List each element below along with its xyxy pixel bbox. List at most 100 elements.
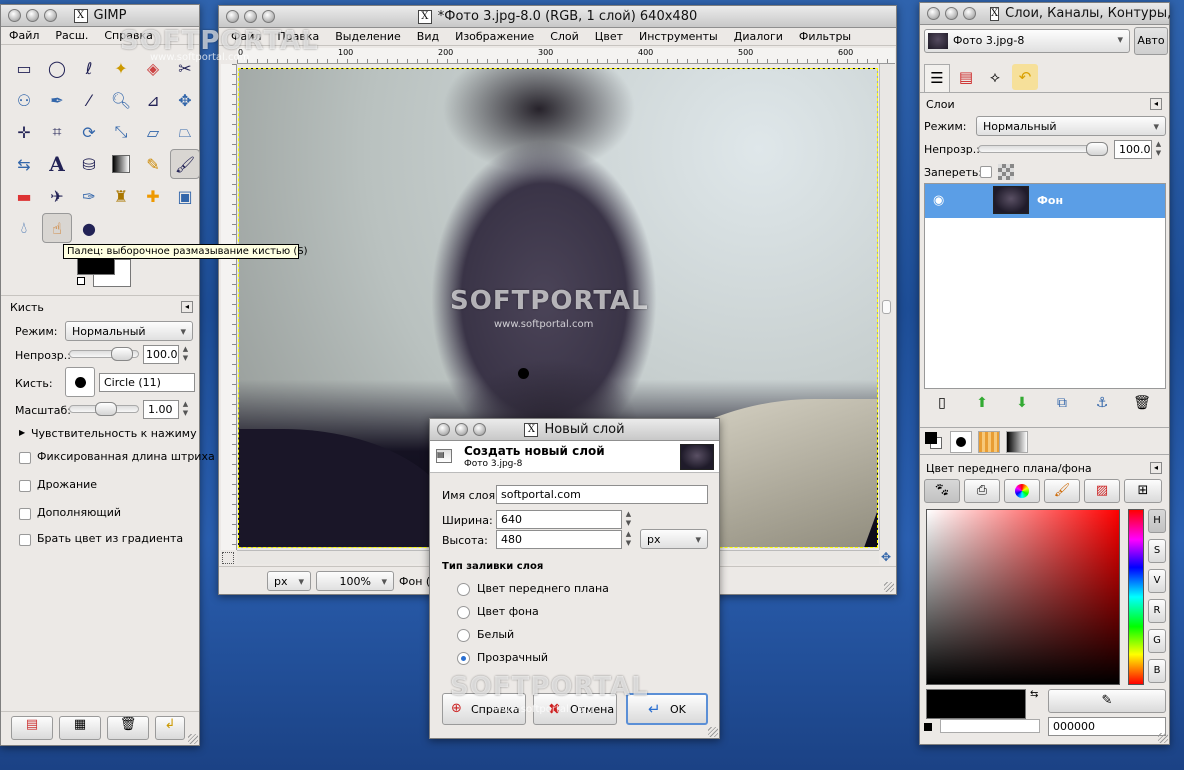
undo-history-tab-icon[interactable]: ↶ <box>1012 64 1038 90</box>
fill-foreground-radio[interactable] <box>457 583 470 596</box>
minimize-button[interactable] <box>26 9 39 22</box>
shear-icon[interactable]: ▱ <box>138 117 168 147</box>
menu-xtns[interactable]: Расш. <box>47 29 96 42</box>
rotate-icon[interactable]: ⟳ <box>74 117 104 147</box>
patterns-tab-icon[interactable] <box>978 431 1000 453</box>
zoom-button[interactable] <box>262 10 275 23</box>
minimize-button[interactable] <box>945 7 958 20</box>
foreground-select-icon[interactable]: ⚇ <box>9 85 39 115</box>
save-options-button[interactable]: ▤ <box>11 716 53 740</box>
mode-combo[interactable]: Нормальный <box>65 321 193 341</box>
current-fg-color[interactable] <box>926 689 1026 719</box>
lasso-icon[interactable]: ℓ <box>74 53 104 83</box>
menu-filters[interactable]: Фильтры <box>791 30 859 43</box>
anchor-layer-icon[interactable]: ⚓ <box>1086 391 1118 415</box>
incremental-checkbox[interactable] <box>19 508 31 520</box>
swap-colors-icon[interactable]: ⇆ <box>1030 689 1038 700</box>
align-icon[interactable]: ✛ <box>9 117 39 147</box>
opacity-spinner[interactable]: ▲ ▼ <box>181 345 190 364</box>
paintbrush-icon[interactable]: 🖌︎ <box>170 149 200 179</box>
scrollbar-thumb[interactable] <box>882 300 891 314</box>
visibility-eye-icon[interactable]: ◉ <box>933 193 944 208</box>
brush-preview[interactable] <box>65 367 95 397</box>
close-button[interactable] <box>927 7 940 20</box>
lower-layer-icon[interactable]: ⬇ <box>1006 391 1038 415</box>
gradient-color-checkbox[interactable] <box>19 534 31 546</box>
brushes-tab-icon[interactable] <box>950 431 972 453</box>
minimize-button[interactable] <box>244 10 257 23</box>
clone-icon[interactable]: ♜ <box>106 181 136 211</box>
raise-layer-icon[interactable]: ⬆ <box>966 391 998 415</box>
image-window-titlebar[interactable]: X *Фото 3.jpg-8.0 (RGB, 1 слой) 640x480 <box>219 6 896 28</box>
paths-icon[interactable]: ✒ <box>42 85 72 115</box>
close-button[interactable] <box>437 423 450 436</box>
scale-spinner[interactable]: ▲ ▼ <box>181 400 190 419</box>
scale-slider-handle[interactable] <box>95 402 117 416</box>
blend-icon[interactable] <box>106 149 136 179</box>
hex-color-input[interactable]: 000000 <box>1048 717 1166 736</box>
smudge-icon[interactable]: ☝ <box>42 213 72 243</box>
restore-options-button[interactable]: ▦ <box>59 716 101 740</box>
palette-selector-icon[interactable]: ▨ <box>1084 479 1120 503</box>
default-colors-icon[interactable] <box>924 723 932 731</box>
menu-view[interactable]: Вид <box>409 30 447 43</box>
cmyk-selector-icon[interactable]: ⎙ <box>964 479 1000 503</box>
close-button[interactable] <box>226 10 239 23</box>
layer-opacity-input[interactable]: 100.0 <box>1114 140 1152 159</box>
color-picker-button[interactable]: ✎ <box>1048 689 1166 713</box>
crop-icon[interactable]: ⌗ <box>42 117 72 147</box>
pressure-expander[interactable]: Чувствительность к нажиму <box>31 427 197 440</box>
size-unit-combo[interactable]: px <box>640 529 708 549</box>
gimp-selector-icon[interactable]: 🐾︎ <box>924 479 960 503</box>
rect-select-icon[interactable]: ▭ <box>9 53 39 83</box>
wheel-selector-icon[interactable] <box>1004 479 1040 503</box>
duplicate-layer-icon[interactable]: ⧉ <box>1046 391 1078 415</box>
height-input[interactable]: 480 <box>496 530 622 549</box>
magnify-icon[interactable]: 🔍︎ <box>106 85 136 115</box>
layers-window-titlebar[interactable]: X Слои, Каналы, Контуры, <box>920 3 1171 25</box>
measure-icon[interactable]: ⊿ <box>138 85 168 115</box>
resize-grip-icon[interactable] <box>884 582 894 592</box>
auto-button[interactable]: Авто <box>1134 27 1168 55</box>
panel-menu-icon[interactable]: ◂ <box>1150 98 1162 110</box>
jitter-checkbox[interactable] <box>19 480 31 492</box>
layer-row[interactable]: ◉ Фон <box>925 184 1165 218</box>
resize-grip-icon[interactable] <box>188 734 198 744</box>
color-picker-icon[interactable]: ⁄ <box>74 85 104 115</box>
perspective-icon[interactable]: ⏢ <box>170 117 200 147</box>
scale-icon[interactable]: ⤡ <box>106 117 136 147</box>
channel-r-button[interactable]: R <box>1148 599 1166 623</box>
unit-combo[interactable]: px <box>267 571 311 591</box>
close-button[interactable] <box>8 9 21 22</box>
layer-mode-combo[interactable]: Нормальный <box>976 116 1166 136</box>
eraser-icon[interactable]: ▬ <box>9 181 39 211</box>
menu-image[interactable]: Изображение <box>447 30 542 43</box>
color-sv-field[interactable] <box>926 509 1120 685</box>
dialog-titlebar[interactable]: X Новый слой <box>430 419 719 441</box>
opacity-slider-handle[interactable] <box>111 347 133 361</box>
channel-g-button[interactable]: G <box>1148 629 1166 653</box>
reset-options-button[interactable]: ↲ <box>155 716 185 740</box>
layer-opacity-slider-handle[interactable] <box>1086 142 1108 156</box>
navigate-icon[interactable]: ✥ <box>879 550 893 564</box>
dodge-burn-icon[interactable]: ● <box>74 213 104 243</box>
layer-name[interactable]: Фон <box>1037 194 1063 207</box>
blur-icon[interactable]: 💧︎ <box>9 213 39 243</box>
delete-layer-icon[interactable]: 🗑︎ <box>1126 391 1158 415</box>
hue-strip[interactable] <box>1128 509 1144 685</box>
lock-alpha-checkbox[interactable] <box>980 166 992 178</box>
vertical-scrollbar[interactable] <box>879 64 893 550</box>
menu-dialogs[interactable]: Диалоги <box>726 30 791 43</box>
fuzzy-select-icon[interactable]: ✦ <box>106 53 136 83</box>
fixed-length-checkbox[interactable] <box>19 452 31 464</box>
layer-opacity-spinner[interactable]: ▲ ▼ <box>1154 140 1163 159</box>
fg-bg-tab-icon[interactable] <box>924 431 946 453</box>
zoom-button[interactable] <box>963 7 976 20</box>
height-spinner[interactable]: ▲ ▼ <box>624 530 633 549</box>
quick-mask-icon[interactable] <box>222 552 234 564</box>
delete-options-button[interactable]: 🗑︎ <box>107 716 149 740</box>
scale-input[interactable]: 1.00 <box>143 400 179 419</box>
channel-h-button[interactable]: H <box>1148 509 1166 533</box>
scales-selector-icon[interactable]: ⊞ <box>1124 479 1162 503</box>
move-icon[interactable]: ✥ <box>170 85 200 115</box>
